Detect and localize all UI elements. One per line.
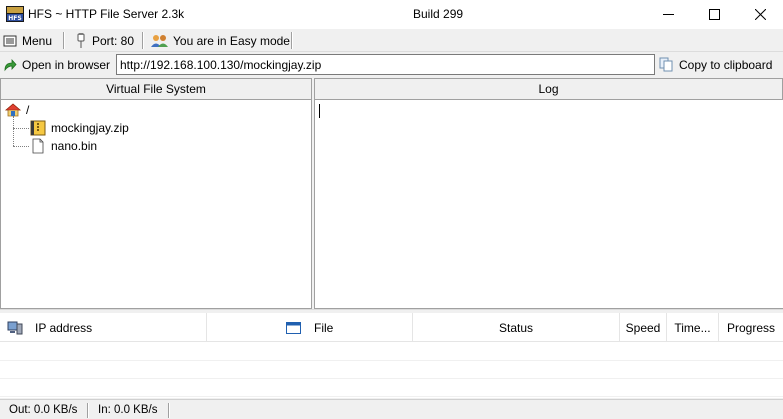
green-arrow-icon xyxy=(4,58,17,71)
open-in-browser-button[interactable]: Open in browser xyxy=(3,55,110,74)
copy-to-clipboard-button[interactable]: Copy to clipboard xyxy=(659,55,772,74)
status-in: In: 0.0 KB/s xyxy=(98,404,158,416)
mode-label: You are in Easy mode xyxy=(173,33,290,48)
title-bar: HFS HFS ~ HTTP File Server 2.3k Build 29… xyxy=(0,0,783,29)
open-in-browser-label: Open in browser xyxy=(22,57,111,72)
copy-icon xyxy=(659,57,673,72)
minimize-button[interactable] xyxy=(645,0,691,29)
connections-table[interactable]: IP address File Status Speed Time... Pro… xyxy=(0,313,783,398)
column-label: Time... xyxy=(674,320,711,335)
table-row xyxy=(0,343,783,361)
zip-archive-icon xyxy=(30,120,46,136)
column-label: Status xyxy=(498,320,534,335)
column-file[interactable]: File xyxy=(207,313,413,342)
log-title: Log xyxy=(538,82,559,96)
file-icon xyxy=(32,138,44,154)
port-label: Port: 80 xyxy=(92,33,135,48)
column-label: Speed xyxy=(625,320,661,335)
toolbar-separator xyxy=(291,32,293,49)
column-ip-address[interactable]: IP address xyxy=(0,313,207,342)
toolbar-separator xyxy=(63,32,65,49)
status-separator xyxy=(168,403,170,418)
log-panel[interactable] xyxy=(314,100,783,309)
tree-item-label: mockingjay.zip xyxy=(51,121,129,135)
home-icon xyxy=(5,103,21,117)
tree-line xyxy=(13,128,29,129)
menu-label: Menu xyxy=(22,33,53,48)
menu-button[interactable]: Menu xyxy=(3,31,52,50)
maximize-button[interactable] xyxy=(691,0,737,29)
tree-line xyxy=(13,116,14,146)
users-icon xyxy=(151,34,168,47)
column-speed[interactable]: Speed xyxy=(620,313,667,342)
tree-root-node[interactable]: / xyxy=(5,101,29,119)
column-label: Progress xyxy=(726,320,776,335)
plug-icon xyxy=(77,32,85,48)
status-separator xyxy=(87,403,89,418)
svg-text:HFS: HFS xyxy=(8,15,21,22)
tree-line xyxy=(13,146,29,147)
toolbar-separator xyxy=(142,32,144,49)
hfs-app-icon: HFS xyxy=(6,6,24,22)
column-label: IP address xyxy=(35,320,93,335)
column-progress[interactable]: Progress xyxy=(719,313,783,342)
maximize-icon xyxy=(708,9,720,20)
status-out: Out: 0.0 KB/s xyxy=(9,404,78,416)
build-label: Build 299 xyxy=(413,7,464,21)
column-label: File xyxy=(314,320,334,335)
table-row xyxy=(0,361,783,379)
tree-item[interactable]: mockingjay.zip xyxy=(30,119,129,137)
column-time[interactable]: Time... xyxy=(667,313,719,342)
mode-button[interactable]: You are in Easy mode xyxy=(151,31,290,50)
close-icon xyxy=(754,9,766,20)
tree-root-label: / xyxy=(26,103,30,117)
tree-item-label: nano.bin xyxy=(51,139,98,153)
window-icon xyxy=(286,321,301,334)
network-computer-icon xyxy=(7,321,23,334)
main-toolbar: Menu Port: 80 You are in Easy mode xyxy=(0,29,783,52)
vfs-panel-header: Virtual File System xyxy=(0,78,312,100)
text-caret xyxy=(319,104,320,118)
log-panel-header: Log xyxy=(314,78,783,100)
table-row xyxy=(0,379,783,397)
vfs-tree-panel[interactable]: / mockingjay.zip nano.bin xyxy=(0,100,312,309)
tree-item[interactable]: nano.bin xyxy=(30,137,97,155)
url-toolbar: Open in browser Copy to clipboard xyxy=(0,52,783,77)
vfs-title: Virtual File System xyxy=(106,82,206,96)
minimize-icon xyxy=(662,14,674,15)
menu-icon xyxy=(3,35,17,46)
window-title: HFS ~ HTTP File Server 2.3k xyxy=(28,7,185,21)
status-bar: Out: 0.0 KB/s In: 0.0 KB/s xyxy=(0,399,783,419)
url-field[interactable] xyxy=(116,54,655,75)
port-button[interactable]: Port: 80 xyxy=(75,31,134,50)
connections-header: IP address File Status Speed Time... Pro… xyxy=(0,313,783,342)
column-status[interactable]: Status xyxy=(413,313,620,342)
copy-to-clipboard-label: Copy to clipboard xyxy=(679,57,773,72)
close-button[interactable] xyxy=(737,0,783,29)
